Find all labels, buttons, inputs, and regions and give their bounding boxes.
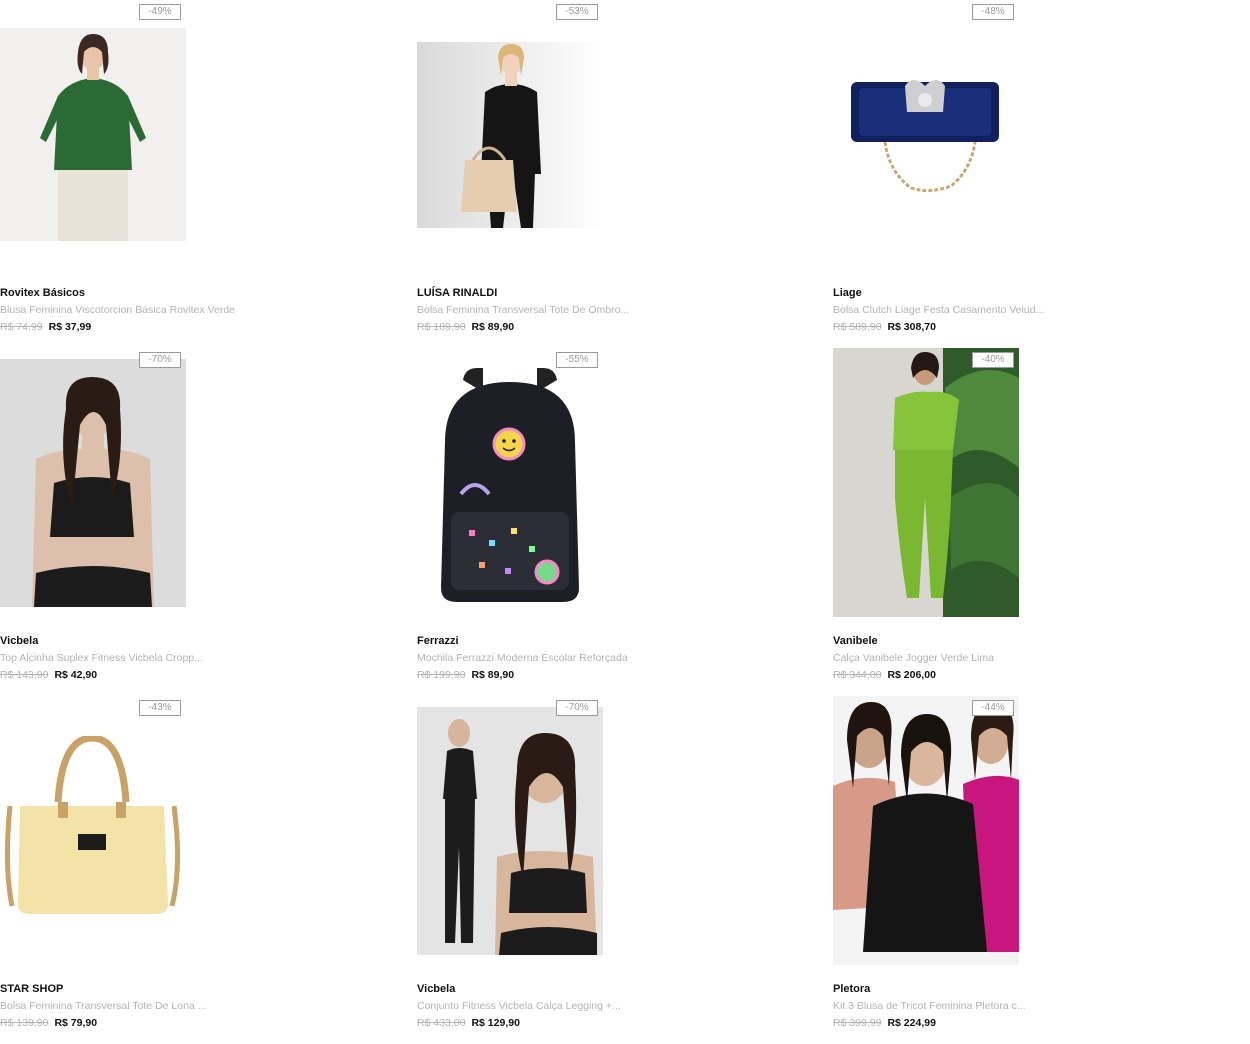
- product-brand[interactable]: Pletora: [833, 983, 870, 995]
- price-row: R$ 74,99 R$ 37,99: [0, 321, 91, 333]
- discount-badge: -43%: [139, 700, 181, 716]
- product-brand[interactable]: Vicbela: [0, 635, 38, 647]
- discount-badge: -44%: [972, 700, 1014, 716]
- product-card[interactable]: -40% Vanibele Calça Vanibele Jogger Verd…: [833, 348, 1233, 696]
- product-brand[interactable]: STAR SHOP: [0, 983, 63, 995]
- price-row: R$ 399,99 R$ 224,99: [833, 1017, 936, 1029]
- product-card[interactable]: -43% STAR SHOP Bolsa Feminina Transversa…: [0, 696, 400, 1044]
- old-price: R$ 399,99: [833, 1017, 882, 1029]
- product-image[interactable]: [0, 0, 186, 300]
- product-brand[interactable]: LUÍSA RINALDI: [417, 287, 497, 299]
- product-image[interactable]: [417, 348, 603, 648]
- product-image[interactable]: [833, 0, 1019, 300]
- new-price: R$ 308,70: [887, 321, 936, 333]
- product-image[interactable]: [0, 348, 186, 648]
- discount-badge: -48%: [972, 4, 1014, 20]
- product-brand[interactable]: Liage: [833, 287, 862, 299]
- product-image[interactable]: [833, 696, 1019, 996]
- product-name[interactable]: Mochila Ferrazzi Moderna Escolar Reforça…: [417, 652, 628, 664]
- product-card[interactable]: -49% Rovitex Básicos Blusa Feminina Visc…: [0, 0, 400, 348]
- new-price: R$ 89,90: [471, 669, 515, 681]
- old-price: R$ 344,00: [833, 669, 882, 681]
- price-row: R$ 589,90 R$ 308,70: [833, 321, 936, 333]
- price-row: R$ 433,00 R$ 129,90: [417, 1017, 520, 1029]
- product-name[interactable]: Bolsa Feminina Transversal Tote De Ombro…: [417, 304, 629, 316]
- old-price: R$ 433,00: [417, 1017, 466, 1029]
- product-image[interactable]: [0, 696, 186, 996]
- new-price: R$ 37,99: [48, 321, 92, 333]
- product-brand[interactable]: Vanibele: [833, 635, 878, 647]
- discount-badge: -70%: [139, 352, 181, 368]
- discount-badge: -53%: [556, 4, 598, 20]
- new-price: R$ 89,90: [471, 321, 515, 333]
- old-price: R$ 74,99: [0, 321, 43, 333]
- product-card[interactable]: -48% Liage Bolsa Clutch Liage Festa Casa…: [833, 0, 1233, 348]
- product-name[interactable]: Bolsa Feminina Transversal Tote De Lona …: [0, 1000, 206, 1012]
- old-price: R$ 589,90: [833, 321, 882, 333]
- new-price: R$ 206,00: [887, 669, 936, 681]
- price-row: R$ 143,90 R$ 42,90: [0, 669, 97, 681]
- price-row: R$ 344,00 R$ 206,00: [833, 669, 936, 681]
- product-name[interactable]: Top Alcinha Suplex Fitness Vicbela Cropp…: [0, 652, 203, 664]
- old-price: R$ 199,90: [417, 669, 466, 681]
- product-image[interactable]: [833, 348, 1019, 648]
- product-name[interactable]: Bolsa Clutch Liage Festa Casamento Velud…: [833, 304, 1044, 316]
- product-name[interactable]: Calça Vanibele Jogger Verde Lima: [833, 652, 994, 664]
- product-card[interactable]: -55% Ferrazzi Mochila Ferrazzi Moderna E…: [417, 348, 817, 696]
- new-price: R$ 42,90: [54, 669, 98, 681]
- old-price: R$ 189,90: [417, 321, 466, 333]
- new-price: R$ 224,99: [887, 1017, 936, 1029]
- price-row: R$ 189,90 R$ 89,90: [417, 321, 514, 333]
- product-card[interactable]: -70% Vicbela Conjunto Fitness Vicbela Ca…: [417, 696, 817, 1044]
- product-brand[interactable]: Ferrazzi: [417, 635, 459, 647]
- old-price: R$ 139,90: [0, 1017, 49, 1029]
- new-price: R$ 79,90: [54, 1017, 98, 1029]
- product-card[interactable]: -53% LUÍSA RINALDI Bolsa Feminina Transv…: [417, 0, 817, 348]
- price-row: R$ 199,90 R$ 89,90: [417, 669, 514, 681]
- product-name[interactable]: Blusa Feminina Viscotorcion Básica Rovit…: [0, 304, 235, 316]
- price-row: R$ 139,90 R$ 79,90: [0, 1017, 97, 1029]
- product-brand[interactable]: Vicbela: [417, 983, 455, 995]
- product-image[interactable]: [417, 696, 603, 996]
- discount-badge: -40%: [972, 352, 1014, 368]
- product-image[interactable]: [417, 0, 603, 300]
- product-brand[interactable]: Rovitex Básicos: [0, 287, 85, 299]
- product-card[interactable]: -44% Pletora Kit 3 Blusa de Tricot Femin…: [833, 696, 1233, 1044]
- product-name[interactable]: Conjunto Fitness Vicbela Calça Legging +…: [417, 1000, 621, 1012]
- discount-badge: -49%: [139, 4, 181, 20]
- new-price: R$ 129,90: [471, 1017, 520, 1029]
- discount-badge: -55%: [556, 352, 598, 368]
- product-card[interactable]: -70% Vicbela Top Alcinha Suplex Fitness …: [0, 348, 400, 696]
- product-name[interactable]: Kit 3 Blusa de Tricot Feminina Pletora c…: [833, 1000, 1026, 1012]
- old-price: R$ 143,90: [0, 669, 49, 681]
- discount-badge: -70%: [556, 700, 598, 716]
